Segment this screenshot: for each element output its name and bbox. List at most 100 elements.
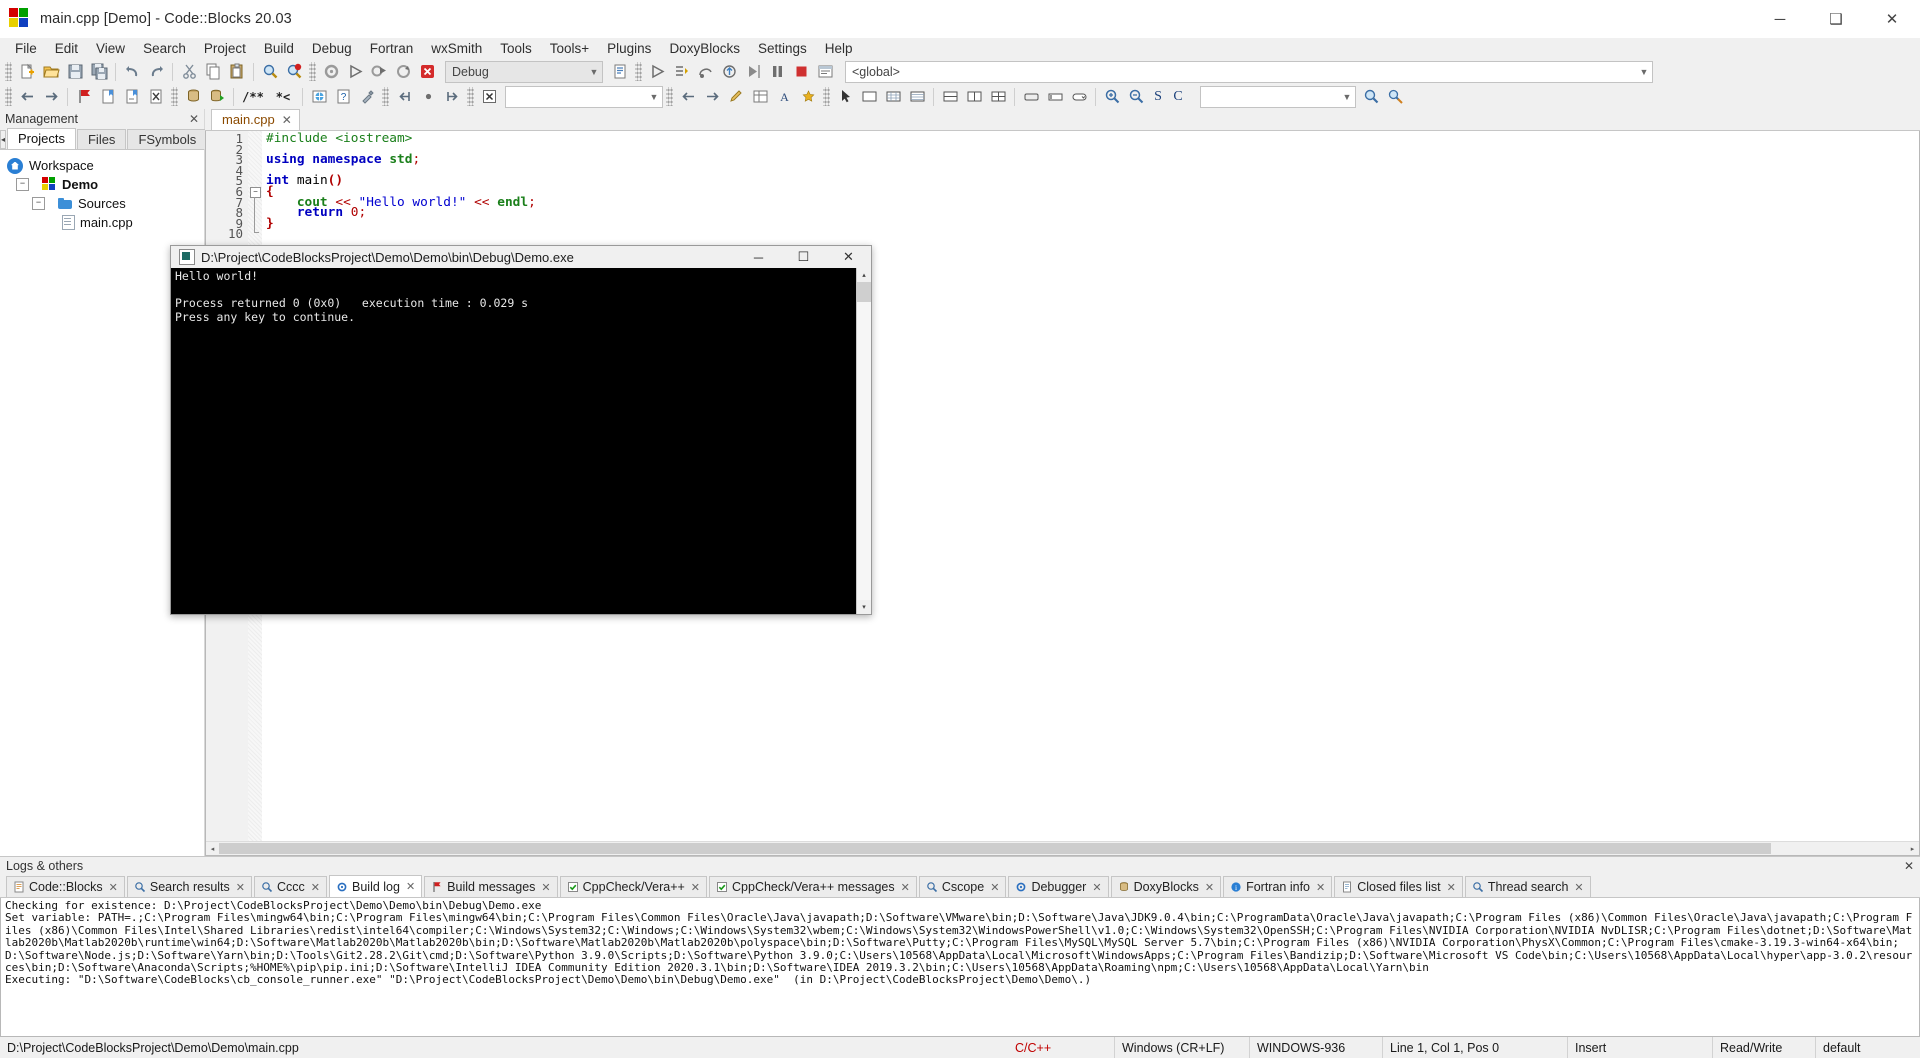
close-icon[interactable]: ✕ bbox=[691, 881, 700, 894]
wx-star-icon[interactable] bbox=[797, 86, 819, 108]
doxyblocks-run-icon[interactable] bbox=[182, 86, 204, 108]
toolbar-grip[interactable] bbox=[309, 62, 316, 81]
tree-expander-demo[interactable]: − bbox=[16, 178, 29, 191]
menu-project[interactable]: Project bbox=[195, 39, 255, 59]
list-icon[interactable] bbox=[906, 86, 928, 108]
log-tab-search-results[interactable]: Search results ✕ bbox=[126, 876, 252, 897]
doxyblocks-extract-icon[interactable] bbox=[206, 86, 228, 108]
find-replace-icon[interactable] bbox=[283, 61, 305, 83]
scroll-right-icon[interactable]: ▸ bbox=[1906, 842, 1919, 855]
fortran-forward-icon[interactable] bbox=[441, 86, 463, 108]
close-icon[interactable]: ✕ bbox=[406, 880, 415, 893]
selection-pointer-icon[interactable] bbox=[834, 86, 856, 108]
forward-icon[interactable] bbox=[40, 86, 62, 108]
bookmark-next-icon[interactable] bbox=[121, 86, 143, 108]
minimize-button[interactable]: ─ bbox=[1752, 0, 1808, 38]
console-maximize-button[interactable]: ☐ bbox=[781, 246, 826, 268]
open-file-icon[interactable] bbox=[40, 61, 62, 83]
sidebar-tab-fsymbols[interactable]: FSymbols bbox=[127, 129, 208, 149]
save-all-icon[interactable] bbox=[88, 61, 110, 83]
console-output[interactable]: Hello world! Process returned 0 (0x0) ex… bbox=[171, 268, 856, 614]
debug-step-out-icon[interactable] bbox=[718, 61, 740, 83]
scroll-down-icon[interactable]: ▾ bbox=[857, 600, 871, 614]
toolbar-grip[interactable] bbox=[666, 87, 673, 106]
run-icon[interactable] bbox=[344, 61, 366, 83]
close-icon[interactable]: ✕ bbox=[1574, 881, 1583, 894]
doxyblocks-config-icon[interactable] bbox=[356, 86, 378, 108]
menu-view[interactable]: View bbox=[87, 39, 134, 59]
debug-pause-icon[interactable] bbox=[766, 61, 788, 83]
toolbar-grip[interactable] bbox=[823, 87, 830, 106]
close-icon[interactable]: ✕ bbox=[1447, 881, 1456, 894]
menu-build[interactable]: Build bbox=[255, 39, 303, 59]
menu-fortran[interactable]: Fortran bbox=[361, 39, 423, 59]
build-log-content[interactable]: Checking for existence: D:\Project\CodeB… bbox=[0, 898, 1920, 1037]
log-tab-build-log[interactable]: Build log ✕ bbox=[329, 875, 423, 897]
console-minimize-button[interactable]: ─ bbox=[736, 246, 781, 268]
rebuild-icon[interactable] bbox=[392, 61, 414, 83]
tree-expander-sources[interactable]: − bbox=[32, 197, 45, 210]
smallcaps-c-icon[interactable]: C bbox=[1169, 86, 1187, 108]
close-icon[interactable]: ✕ bbox=[189, 112, 199, 126]
find-icon[interactable] bbox=[259, 61, 281, 83]
toolbar-grip[interactable] bbox=[382, 87, 389, 106]
bookmark-prev-icon[interactable] bbox=[97, 86, 119, 108]
layout-h-icon[interactable] bbox=[939, 86, 961, 108]
debug-next-line-icon[interactable] bbox=[694, 61, 716, 83]
build-icon[interactable] bbox=[320, 61, 342, 83]
menu-settings[interactable]: Settings bbox=[749, 39, 816, 59]
console-close-button[interactable]: ✕ bbox=[826, 246, 871, 268]
wx-font-icon[interactable]: A bbox=[773, 86, 795, 108]
close-icon[interactable]: ✕ bbox=[990, 881, 999, 894]
uncomment-block-icon[interactable]: *< bbox=[269, 86, 297, 108]
fortran-jump-icon[interactable] bbox=[393, 86, 415, 108]
sidebar-tab-files[interactable]: Files bbox=[76, 129, 127, 149]
debug-window-icon[interactable] bbox=[814, 61, 836, 83]
grid-icon[interactable] bbox=[882, 86, 904, 108]
bookmark-clear-icon[interactable] bbox=[145, 86, 167, 108]
abort-icon[interactable] bbox=[416, 61, 438, 83]
tree-item-demo[interactable]: − Demo bbox=[0, 175, 204, 194]
log-tab-cppcheck-vera-messages[interactable]: CppCheck/Vera++ messages ✕ bbox=[709, 876, 917, 897]
menu-file[interactable]: File bbox=[6, 39, 46, 59]
doxyblocks-html-icon[interactable] bbox=[308, 86, 330, 108]
menu-debug[interactable]: Debug bbox=[303, 39, 361, 59]
scope-combo[interactable]: <global> ▼ bbox=[845, 60, 1653, 83]
toolbar-grip[interactable] bbox=[467, 87, 474, 106]
goto-combo[interactable]: ▼ bbox=[505, 85, 663, 108]
close-icon[interactable]: ✕ bbox=[1205, 881, 1214, 894]
debug-step-into-icon[interactable] bbox=[670, 61, 692, 83]
cut-icon[interactable] bbox=[178, 61, 200, 83]
back-icon[interactable] bbox=[16, 86, 38, 108]
hscroll-thumb[interactable] bbox=[219, 843, 1772, 854]
undo-icon[interactable] bbox=[121, 61, 143, 83]
log-tab-fortran-info[interactable]: i Fortran info ✕ bbox=[1223, 876, 1333, 897]
wx-pencil-icon[interactable] bbox=[725, 86, 747, 108]
log-tab-closed-files-list[interactable]: Closed files list ✕ bbox=[1334, 876, 1463, 897]
new-file-icon[interactable] bbox=[16, 61, 38, 83]
layout-v-icon[interactable] bbox=[963, 86, 985, 108]
log-tab-cccc[interactable]: Cccc ✕ bbox=[254, 876, 327, 897]
cancel-icon[interactable] bbox=[478, 86, 500, 108]
scroll-left-icon[interactable]: ◂ bbox=[206, 842, 219, 855]
textfield-widget-icon[interactable] bbox=[1044, 86, 1066, 108]
maximize-button[interactable]: ❑ bbox=[1808, 0, 1864, 38]
editor-hscrollbar[interactable]: ◂ ▸ bbox=[206, 841, 1919, 855]
menu-search[interactable]: Search bbox=[134, 39, 195, 59]
build-target-list-icon[interactable] bbox=[609, 61, 631, 83]
scroll-up-icon[interactable]: ▴ bbox=[857, 268, 871, 282]
close-icon[interactable]: ✕ bbox=[109, 881, 118, 894]
log-tab-code-blocks[interactable]: Code::Blocks ✕ bbox=[6, 876, 125, 897]
close-icon[interactable]: ✕ bbox=[311, 881, 320, 894]
log-tab-debugger[interactable]: Debugger ✕ bbox=[1008, 876, 1109, 897]
fold-toggle-icon[interactable]: − bbox=[250, 187, 261, 198]
console-scrollbar[interactable]: ▴ ▾ bbox=[856, 268, 871, 614]
toolbar-grip[interactable] bbox=[5, 87, 12, 106]
wx-back-icon[interactable] bbox=[677, 86, 699, 108]
tab-scroll-left-button[interactable]: ◂ bbox=[0, 130, 7, 149]
zoom-in-icon[interactable] bbox=[1101, 86, 1123, 108]
comment-block-icon[interactable]: /** bbox=[239, 86, 267, 108]
search-icon[interactable] bbox=[1360, 86, 1382, 108]
save-icon[interactable] bbox=[64, 61, 86, 83]
menu-wxsmith[interactable]: wxSmith bbox=[422, 39, 491, 59]
